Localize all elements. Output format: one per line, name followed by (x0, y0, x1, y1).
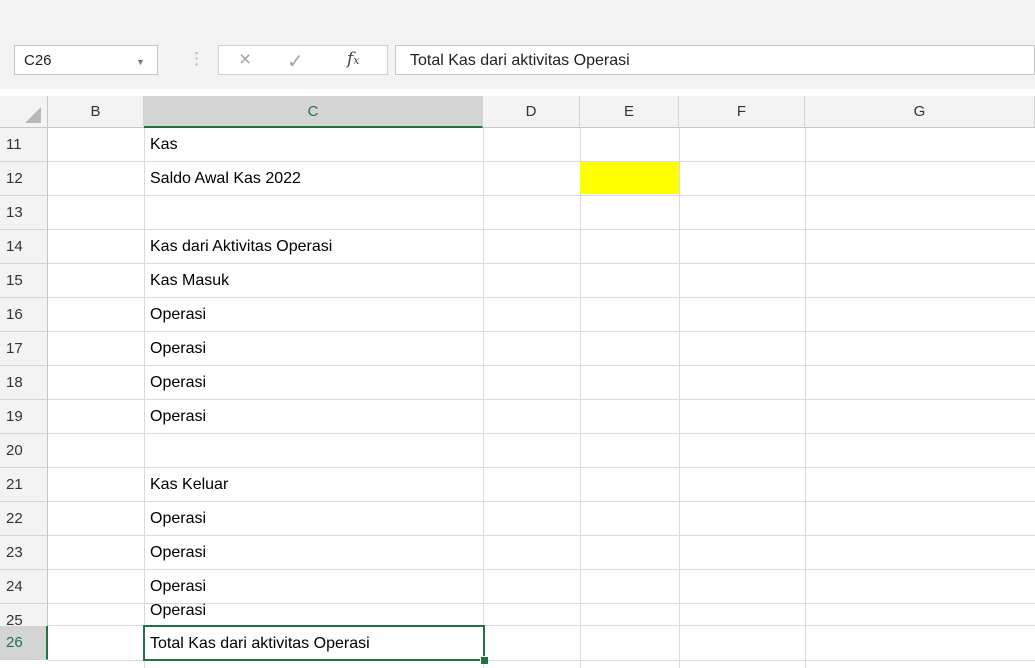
gridline (48, 365, 1035, 366)
gridline (48, 433, 1035, 434)
cell-c23[interactable]: Operasi (150, 544, 206, 562)
gridline (48, 569, 1035, 570)
row-header[interactable]: 21 (0, 468, 48, 502)
gridline (48, 161, 1035, 162)
gridline (48, 535, 1035, 536)
fill-handle[interactable] (480, 656, 489, 665)
cell-c16[interactable]: Operasi (150, 306, 206, 324)
highlighted-cell-e12[interactable] (580, 161, 679, 194)
cell-c15[interactable]: Kas Masuk (150, 272, 229, 290)
gridline (48, 399, 1035, 400)
column-header-g[interactable]: G (805, 96, 1035, 128)
check-icon[interactable]: ✓ (287, 49, 304, 74)
cell-c14[interactable]: Kas dari Aktivitas Operasi (150, 238, 332, 256)
column-header-f[interactable]: F (679, 96, 805, 128)
cell-c24[interactable]: Operasi (150, 578, 206, 596)
row-header[interactable]: 14 (0, 230, 48, 264)
cell-c22[interactable]: Operasi (150, 510, 206, 528)
column-header-c[interactable]: C (144, 96, 483, 128)
column-header-d[interactable]: D (483, 96, 580, 128)
row-header[interactable]: 11 (0, 128, 48, 162)
row-header[interactable]: 13 (0, 196, 48, 230)
cancel-icon[interactable]: × (239, 48, 251, 72)
select-all-triangle-icon (25, 107, 41, 123)
formula-bar-grip-icon[interactable]: ⋮ (188, 49, 205, 69)
name-box[interactable]: C26 ▼ (14, 45, 158, 75)
gridline (483, 128, 484, 668)
row-header[interactable]: 12 (0, 162, 48, 196)
gridline (48, 331, 1035, 332)
row-header-selected[interactable]: 26 (0, 626, 48, 660)
cell-c21[interactable]: Kas Keluar (150, 476, 228, 494)
gridline (144, 128, 145, 668)
row-header[interactable]: 18 (0, 366, 48, 400)
formula-text: Total Kas dari aktivitas Operasi (410, 52, 630, 69)
row-header[interactable]: 20 (0, 434, 48, 468)
active-cell-border[interactable] (143, 625, 485, 661)
insert-function-icon[interactable]: fx (347, 49, 360, 69)
column-header-b[interactable]: B (48, 96, 144, 128)
row-header[interactable]: 17 (0, 332, 48, 366)
row-header[interactable]: 19 (0, 400, 48, 434)
gridline (48, 501, 1035, 502)
cell-c18[interactable]: Operasi (150, 374, 206, 392)
cell-c25[interactable]: Operasi (150, 602, 206, 620)
cell-c12[interactable]: Saldo Awal Kas 2022 (150, 170, 301, 188)
row-header[interactable]: 15 (0, 264, 48, 298)
gridline (580, 128, 581, 668)
gridline (805, 128, 806, 668)
row-header[interactable]: 16 (0, 298, 48, 332)
row-header[interactable]: 23 (0, 536, 48, 570)
gridline (679, 128, 680, 668)
gridline (48, 195, 1035, 196)
cell-c19[interactable]: Operasi (150, 408, 206, 426)
row-header[interactable]: 22 (0, 502, 48, 536)
gridline (48, 297, 1035, 298)
select-all-button[interactable] (0, 96, 48, 128)
formula-buttons: × ✓ fx (218, 45, 388, 75)
cell-c11[interactable]: Kas (150, 136, 178, 154)
name-box-value: C26 (24, 52, 52, 69)
cell-c17[interactable]: Operasi (150, 340, 206, 358)
gridline (48, 263, 1035, 264)
column-header-e[interactable]: E (580, 96, 679, 128)
gridline (48, 467, 1035, 468)
formula-input[interactable]: Total Kas dari aktivitas Operasi (395, 45, 1035, 75)
row-header[interactable]: 24 (0, 570, 48, 604)
chevron-down-icon[interactable]: ▼ (136, 57, 145, 67)
gridline (48, 229, 1035, 230)
